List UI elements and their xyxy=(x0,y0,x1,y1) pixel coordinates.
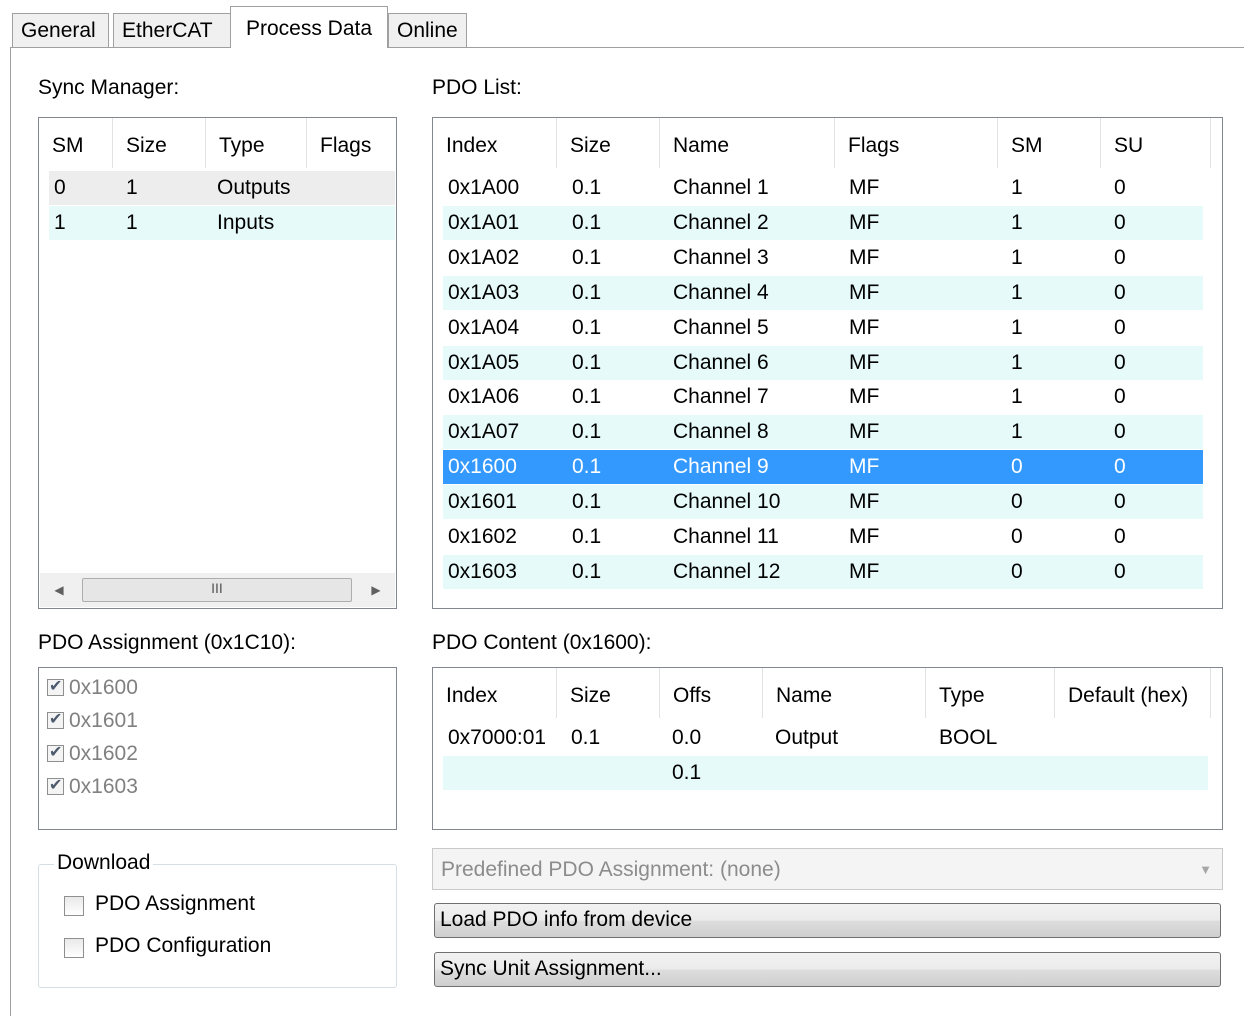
sync-unit-assignment-button[interactable]: Sync Unit Assignment... xyxy=(434,952,1221,987)
download-group: Download PDO Assignment PDO Configuratio… xyxy=(38,851,397,988)
col-header-name[interactable]: Name xyxy=(660,118,835,168)
pdo-configuration-checkbox-label: PDO Configuration xyxy=(95,934,272,957)
table-row[interactable]: 0.1 xyxy=(443,756,1208,790)
table-row[interactable]: 0x1601 0.1 Channel 10 MF 0 0 xyxy=(443,485,1203,520)
checkbox-checked-icon[interactable]: ✔ xyxy=(47,777,64,795)
col-header-size[interactable]: Size xyxy=(113,118,206,168)
sync-manager-header: SM Size Type Flags xyxy=(39,118,396,168)
table-row[interactable]: 1 1 Inputs xyxy=(49,206,395,240)
col-header-sm[interactable]: SM xyxy=(39,118,113,168)
scroll-thumb[interactable]: III xyxy=(82,578,352,602)
col-header-size[interactable]: Size xyxy=(557,668,660,718)
sync-manager-title: Sync Manager: xyxy=(38,76,180,99)
tab-bar: General EtherCAT Process Data Online xyxy=(10,0,1244,48)
col-header-name[interactable]: Name xyxy=(763,668,926,718)
pdo-assignment-checkbox-label: PDO Assignment xyxy=(95,892,255,915)
table-row[interactable]: 0x1602 0.1 Channel 11 MF 0 0 xyxy=(443,520,1203,554)
table-row[interactable]: 0x1A05 0.1 Channel 6 MF 1 0 xyxy=(443,345,1203,380)
pdo-configuration-checkbox[interactable] xyxy=(64,938,84,958)
download-title: Download xyxy=(54,851,154,875)
pdo-list-header: Index Size Name Flags SM SU xyxy=(433,118,1222,168)
checkbox-checked-icon[interactable]: ✔ xyxy=(47,678,64,696)
col-header-type[interactable]: Type xyxy=(206,118,307,168)
checkbox-checked-icon[interactable]: ✔ xyxy=(47,744,64,762)
pdo-assignment-list[interactable]: ✔ 0x1600 ✔ 0x1601 ✔ 0x1602 ✔ 0x1603 xyxy=(38,667,397,830)
load-pdo-info-button[interactable]: Load PDO info from device xyxy=(434,903,1221,938)
pdo-content-header: Index Size Offs Name Type Default (hex) xyxy=(433,668,1222,718)
table-row[interactable]: 0x1A02 0.1 Channel 3 MF 1 0 xyxy=(443,241,1203,275)
table-row[interactable]: 0x1603 0.1 Channel 12 MF 0 0 xyxy=(443,554,1203,589)
table-row[interactable]: 0x1A00 0.1 Channel 1 MF 1 0 xyxy=(443,171,1203,205)
predefined-pdo-assignment-value: Predefined PDO Assignment: (none) xyxy=(441,858,781,881)
col-header-sm[interactable]: SM xyxy=(998,118,1101,168)
scroll-right-icon[interactable]: ▶ xyxy=(359,573,393,607)
table-row[interactable]: 0x7000:01 0.1 0.0 Output BOOL xyxy=(443,721,1208,755)
table-row[interactable]: 0x1A01 0.1 Channel 2 MF 1 0 xyxy=(443,205,1203,240)
pdo-assignment-title: PDO Assignment (0x1C10): xyxy=(38,631,296,654)
col-header-su[interactable]: SU xyxy=(1101,118,1211,168)
col-header-type[interactable]: Type xyxy=(926,668,1055,718)
checkbox-checked-icon[interactable]: ✔ xyxy=(47,711,64,729)
tab-ethercat[interactable]: EtherCAT xyxy=(113,13,231,47)
table-row[interactable]: 0x1600 0.1 Channel 9 MF 0 0 xyxy=(443,450,1203,485)
chevron-down-icon[interactable]: ▼ xyxy=(1199,849,1212,891)
table-row[interactable]: 0 1 Outputs xyxy=(49,171,395,205)
col-header-size[interactable]: Size xyxy=(557,118,660,168)
col-header-index[interactable]: Index xyxy=(433,668,557,718)
sync-manager-list[interactable]: SM Size Type Flags 0 1 Outputs 1 1 Input… xyxy=(38,117,397,609)
pdo-content-title: PDO Content (0x1600): xyxy=(432,631,652,654)
page-border xyxy=(10,47,11,1016)
tab-divider xyxy=(10,47,1244,48)
horizontal-scrollbar[interactable]: ◀ III ▶ xyxy=(40,573,395,607)
col-header-offs[interactable]: Offs xyxy=(660,668,763,718)
col-header-flags[interactable]: Flags xyxy=(307,118,396,168)
col-header-default[interactable]: Default (hex) xyxy=(1055,668,1211,718)
table-row[interactable]: 0x1A03 0.1 Channel 4 MF 1 0 xyxy=(443,275,1203,310)
table-row[interactable]: 0x1A07 0.1 Channel 8 MF 1 0 xyxy=(443,415,1203,450)
table-row[interactable]: 0x1A04 0.1 Channel 5 MF 1 0 xyxy=(443,311,1203,345)
table-row[interactable]: 0x1A06 0.1 Channel 7 MF 1 0 xyxy=(443,380,1203,414)
pdo-list-title: PDO List: xyxy=(432,76,522,99)
col-header-flags[interactable]: Flags xyxy=(835,118,998,168)
pdo-assignment-checkbox[interactable] xyxy=(64,896,84,916)
tab-online[interactable]: Online xyxy=(388,13,467,47)
pdo-list[interactable]: Index Size Name Flags SM SU 0x1A00 0.1 Cha… xyxy=(432,117,1223,609)
scroll-left-icon[interactable]: ◀ xyxy=(42,573,76,607)
tab-general[interactable]: General xyxy=(12,13,109,47)
pdo-content-list[interactable]: Index Size Offs Name Type Default (hex) … xyxy=(432,667,1223,830)
predefined-pdo-assignment-select[interactable]: Predefined PDO Assignment: (none) ▼ xyxy=(432,848,1223,890)
col-header-index[interactable]: Index xyxy=(433,118,557,168)
tab-process-data[interactable]: Process Data xyxy=(230,6,388,48)
